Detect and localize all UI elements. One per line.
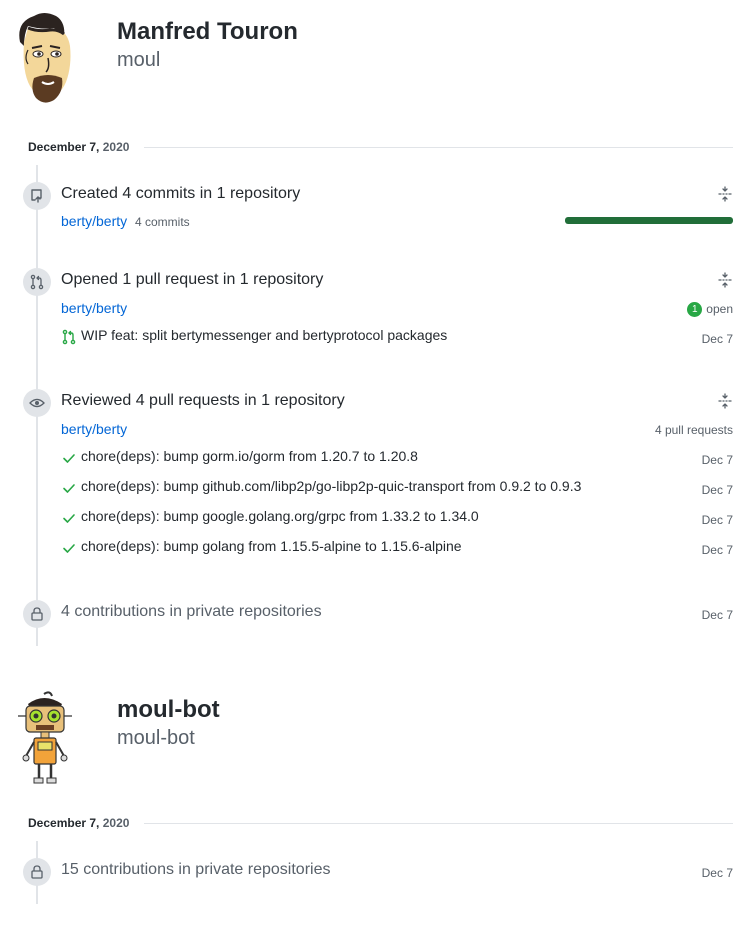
list-item[interactable]: WIP feat: split bertymessenger and berty… [61, 326, 733, 346]
item-date: Dec 7 [701, 332, 733, 346]
item-date: Dec 7 [701, 483, 733, 497]
profile-full-name[interactable]: Manfred Touron [117, 17, 298, 47]
private-contributions: 4 contributions in private repositories [61, 603, 322, 620]
date-header: December 7, 2020 [28, 815, 733, 831]
git-pull-request-icon [23, 268, 51, 296]
repo-link[interactable]: berty/berty [61, 299, 127, 317]
check-icon [63, 514, 75, 523]
list-item[interactable]: chore(deps): bump google.golang.org/grpc… [61, 507, 733, 527]
profile-header-moul: Manfred Touron moul [14, 12, 298, 110]
date-label: December 7, 2020 [28, 140, 130, 154]
date-header: December 7, 2020 [28, 139, 733, 155]
list-item[interactable]: chore(deps): bump golang from 1.15.5-alp… [61, 537, 733, 557]
list-item[interactable]: chore(deps): bump gorm.io/gorm from 1.20… [61, 447, 733, 467]
private-contributions: 15 contributions in private repositories [61, 861, 331, 878]
fold-icon[interactable] [717, 186, 733, 202]
repo-link[interactable]: berty/berty [61, 420, 127, 438]
item-date: Dec 7 [701, 543, 733, 557]
profile-login[interactable]: moul [117, 47, 298, 73]
pull-request-title[interactable]: chore(deps): bump google.golang.org/grpc… [81, 507, 479, 525]
list-item[interactable]: chore(deps): bump github.com/libp2p/go-l… [61, 477, 733, 497]
repo-link[interactable]: berty/berty [61, 212, 127, 230]
fold-icon[interactable] [717, 393, 733, 409]
lock-icon [23, 858, 51, 886]
check-icon [63, 484, 75, 493]
pull-request-title[interactable]: chore(deps): bump github.com/libp2p/go-l… [81, 477, 581, 495]
profile-login[interactable]: moul-bot [117, 725, 220, 751]
repo-push-icon [23, 182, 51, 210]
profile-full-name[interactable]: moul-bot [117, 695, 220, 725]
commit-count[interactable]: 4 commits [135, 213, 190, 231]
commit-progress-bar [565, 217, 733, 224]
open-count: 1 [687, 301, 703, 317]
open-label: open [706, 302, 733, 316]
avatar[interactable] [14, 690, 76, 788]
open-badge: 1 open [687, 301, 733, 317]
item-date: Dec 7 [701, 608, 733, 622]
pull-request-title[interactable]: chore(deps): bump golang from 1.15.5-alp… [81, 537, 462, 555]
profile-header-moul-bot: moul-bot moul-bot [14, 690, 220, 788]
event-title-created[interactable]: Created 4 commits in 1 repository [61, 184, 300, 204]
eye-icon [23, 389, 51, 417]
item-date: Dec 7 [701, 866, 733, 880]
git-pull-request-icon [62, 329, 76, 345]
item-date: Dec 7 [701, 453, 733, 467]
pull-request-title[interactable]: chore(deps): bump gorm.io/gorm from 1.20… [81, 447, 418, 465]
lock-icon [23, 600, 51, 628]
check-icon [63, 454, 75, 463]
pull-request-title[interactable]: WIP feat: split bertymessenger and berty… [81, 326, 447, 344]
event-title-opened[interactable]: Opened 1 pull request in 1 repository [61, 270, 323, 290]
check-icon [63, 544, 75, 553]
avatar[interactable] [14, 12, 76, 110]
date-divider [144, 822, 733, 824]
review-count: 4 pull requests [654, 423, 733, 437]
item-date: Dec 7 [701, 513, 733, 527]
fold-icon[interactable] [717, 272, 733, 288]
event-title-reviewed[interactable]: Reviewed 4 pull requests in 1 repository [61, 391, 345, 411]
date-divider [144, 146, 733, 148]
date-label: December 7, 2020 [28, 816, 130, 830]
